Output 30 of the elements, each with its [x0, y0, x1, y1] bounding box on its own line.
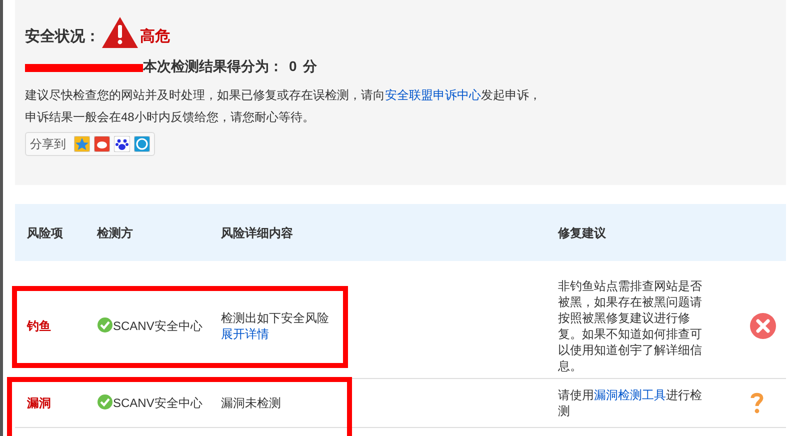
risk-level: 高危: [140, 26, 170, 46]
column-header: 风险详细内容: [221, 224, 294, 242]
notice-text: 建议尽快检查您的网站并及时处理，如果已修复或存在误检测，请向 安全联盟申诉中心发起申诉，: [25, 87, 542, 104]
risk-name: 漏洞: [27, 395, 52, 412]
question-mark-icon: [750, 392, 764, 414]
check-circle-icon: [97, 394, 113, 410]
column-header: 风险项: [27, 224, 64, 242]
share-label: 分享到: [30, 136, 66, 153]
risk-name: 钓鱼: [27, 318, 52, 335]
score-unit: 分: [302, 56, 317, 76]
detector-text: SCANV安全中心: [97, 394, 202, 412]
paw-icon[interactable]: [114, 136, 130, 152]
advice-text: 非钓鱼站点需排查网站是否被黑，如果存在被黑问题请按照被黑修复建议进行修复。如果不知道如何排查可以使用知道创宇了解详细信息。: [558, 278, 703, 374]
column-header: 修复建议: [558, 224, 607, 242]
detector-text: SCANV安全中心: [97, 317, 202, 335]
expand-details-link[interactable]: 展开详情: [221, 326, 269, 342]
column-header: 检测方: [97, 224, 134, 242]
notice-text: 申诉结果一般会在48小时内反馈给您，请您耐心等待。: [25, 109, 316, 126]
score-value: 0: [289, 56, 297, 76]
close-circle-icon: [750, 313, 776, 339]
star-icon[interactable]: [74, 136, 90, 152]
detail-text: 漏洞未检测: [221, 395, 282, 411]
status-label: 安全状况：: [25, 26, 100, 46]
warning-icon: [102, 17, 138, 48]
detail-text: 检测出如下安全风险: [221, 310, 330, 326]
check-circle-icon: [97, 317, 113, 333]
advice-text: 请使用漏洞检测工具进行检测: [558, 387, 703, 419]
appeal-link[interactable]: 安全联盟申诉中心: [385, 88, 481, 102]
scan-tool-link[interactable]: 漏洞检测工具: [594, 388, 666, 402]
score-label: 本次检测结果得分为：: [143, 56, 283, 76]
